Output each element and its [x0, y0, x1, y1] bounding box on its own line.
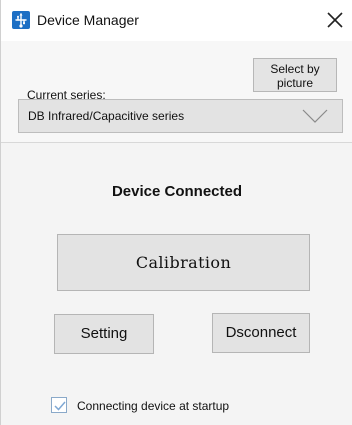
device-manager-window: Device Manager Current series: Select by…	[0, 0, 352, 425]
calibration-button[interactable]: Calibration	[57, 234, 310, 291]
startup-checkbox-label: Connecting device at startup	[77, 399, 230, 413]
disconnect-button[interactable]: Dsconnect	[212, 313, 310, 353]
close-icon	[327, 12, 343, 28]
connection-status: Device Connected	[111, 183, 243, 200]
chevron-down-icon	[302, 107, 328, 130]
setting-button[interactable]: Setting	[54, 314, 154, 354]
close-button[interactable]	[323, 8, 347, 32]
title-bar: Device Manager	[1, 0, 352, 41]
series-dropdown-value: DB Infrared/Capacitive series	[28, 109, 185, 123]
usb-icon	[12, 11, 30, 29]
series-dropdown[interactable]: DB Infrared/Capacitive series	[18, 99, 343, 133]
window-title: Device Manager	[37, 12, 139, 28]
startup-checkbox[interactable]	[51, 397, 67, 413]
checkmark-icon	[54, 401, 66, 411]
select-by-picture-button[interactable]: Select by picture	[253, 58, 337, 92]
